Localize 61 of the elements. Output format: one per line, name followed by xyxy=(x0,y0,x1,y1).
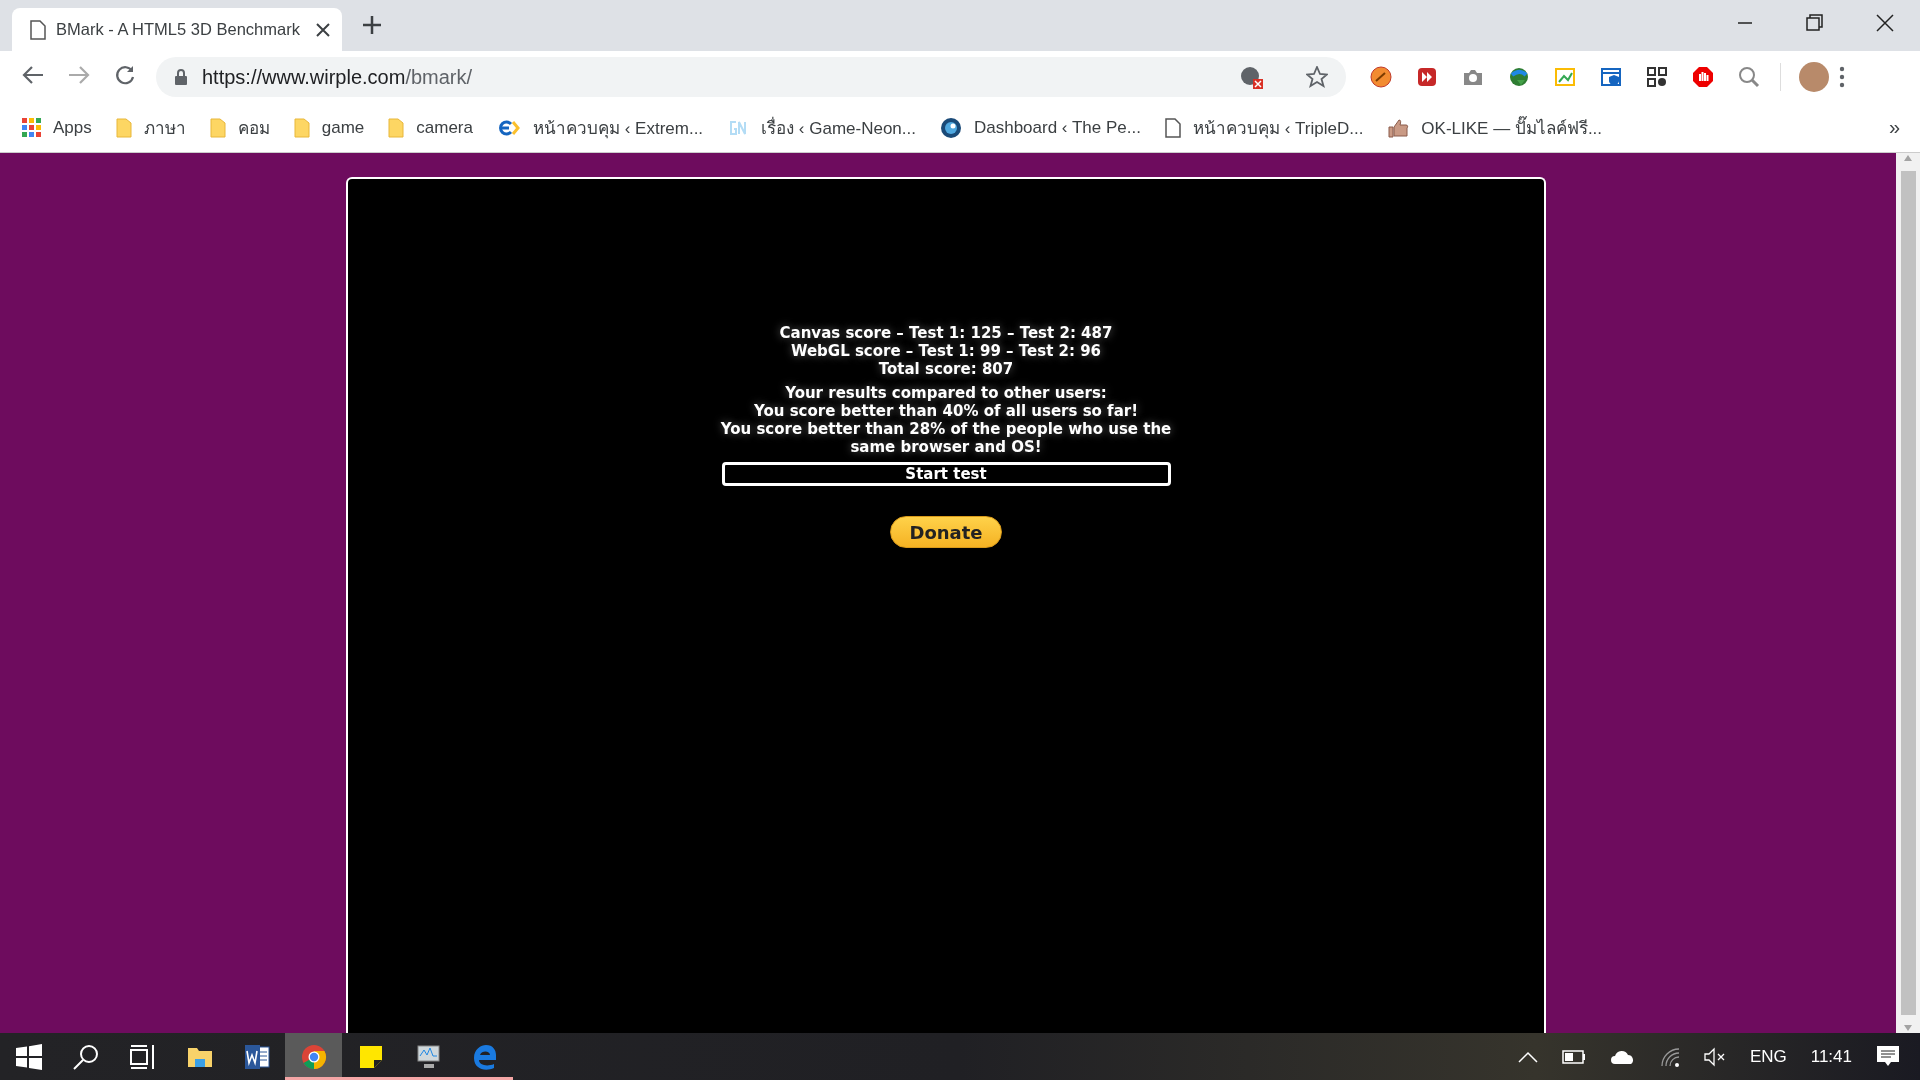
menu-icon[interactable] xyxy=(1839,66,1845,88)
score-text: Canvas score – Test 1: 125 – Test 2: 487 xyxy=(779,324,1113,342)
bookmark[interactable]: game xyxy=(293,117,365,138)
lock-icon xyxy=(174,68,188,86)
disc-icon xyxy=(939,116,962,139)
comparison-text: You score better than 28% of the people who use the same browser and OS! xyxy=(719,420,1173,456)
globe-icon[interactable] xyxy=(1508,66,1530,88)
language-indicator[interactable]: ENG xyxy=(1749,1046,1787,1067)
speaker-muted-icon[interactable] xyxy=(1703,1046,1726,1067)
reload-icon[interactable] xyxy=(114,64,136,86)
comparison-text: You score better than 40% of all users so far! xyxy=(754,402,1138,420)
chart-icon[interactable] xyxy=(1554,66,1576,88)
edge-logo-icon[interactable] xyxy=(471,1043,498,1070)
close-icon[interactable] xyxy=(316,22,330,37)
hand-stop-icon[interactable] xyxy=(1692,66,1714,88)
star-icon[interactable] xyxy=(1306,66,1328,88)
more-bookmarks-chevron[interactable]: » xyxy=(1888,116,1900,139)
score-text: Total score: 807 xyxy=(878,360,1014,378)
bookmark[interactable]: หน้าควบคุม ‹ TripleD... xyxy=(1164,114,1364,141)
folder-icon xyxy=(388,117,405,138)
avatar[interactable] xyxy=(1799,62,1829,92)
sticky-note-icon[interactable] xyxy=(358,1044,383,1069)
bookmark[interactable]: ภาษา xyxy=(115,114,186,141)
word-document-icon[interactable] xyxy=(243,1043,270,1070)
cloud-icon[interactable] xyxy=(1609,1048,1636,1065)
fast-forward-icon[interactable] xyxy=(1416,66,1438,88)
apps-grid-icon xyxy=(22,118,41,137)
donate-button[interactable]: Donate xyxy=(890,516,1002,548)
browser-tab[interactable]: BMark - A HTML5 3D Benchmark xyxy=(12,8,342,51)
chevron-up-icon[interactable] xyxy=(1517,1050,1538,1063)
start-test-button[interactable]: Start test xyxy=(721,462,1171,486)
folder-icon xyxy=(293,117,310,138)
wifi-icon[interactable] xyxy=(1659,1046,1680,1067)
search-icon[interactable] xyxy=(72,1043,99,1070)
page-icon xyxy=(30,19,46,40)
monitor-graph-icon[interactable] xyxy=(414,1043,441,1070)
site-logo-icon xyxy=(496,117,521,138)
back-arrow-icon[interactable] xyxy=(22,64,44,86)
folder-icon xyxy=(209,117,226,138)
comparison-text: Your results compared to other users: xyxy=(785,384,1107,402)
page-icon xyxy=(1164,117,1181,138)
windows-logo-icon[interactable] xyxy=(15,1043,42,1070)
thumbs-up-icon xyxy=(1387,117,1410,138)
bookmark[interactable]: Apps xyxy=(22,117,92,138)
bookmark[interactable]: เรื่อง ‹ Game-Neon... xyxy=(727,114,916,141)
task-view-icon[interactable] xyxy=(129,1043,156,1070)
bookmark[interactable]: OK-LIKE — ปั๊มไลค์ฟรี... xyxy=(1387,114,1603,141)
bookmark[interactable]: หน้าควบคุม ‹ Extrem... xyxy=(496,114,704,141)
bookmark[interactable]: Dashboard ‹ The Pe... xyxy=(939,116,1141,139)
bookmark[interactable]: camera xyxy=(388,117,473,138)
score-text: WebGL score – Test 1: 99 – Test 2: 96 xyxy=(790,342,1102,360)
qr-code-icon[interactable] xyxy=(1646,66,1668,88)
new-tab-icon[interactable] xyxy=(362,15,382,35)
address-bar[interactable]: https://www.wirple.com/bmark/ xyxy=(156,57,1346,97)
battery-icon[interactable] xyxy=(1561,1049,1586,1064)
cookie-blocked-icon[interactable] xyxy=(1240,65,1264,89)
browser-logo-icon[interactable] xyxy=(300,1043,327,1070)
bookmark[interactable]: คอม xyxy=(209,114,270,141)
shield-window-icon[interactable] xyxy=(1600,66,1622,88)
folder-icon xyxy=(115,117,132,138)
clock[interactable]: 11:41 xyxy=(1810,1046,1852,1067)
